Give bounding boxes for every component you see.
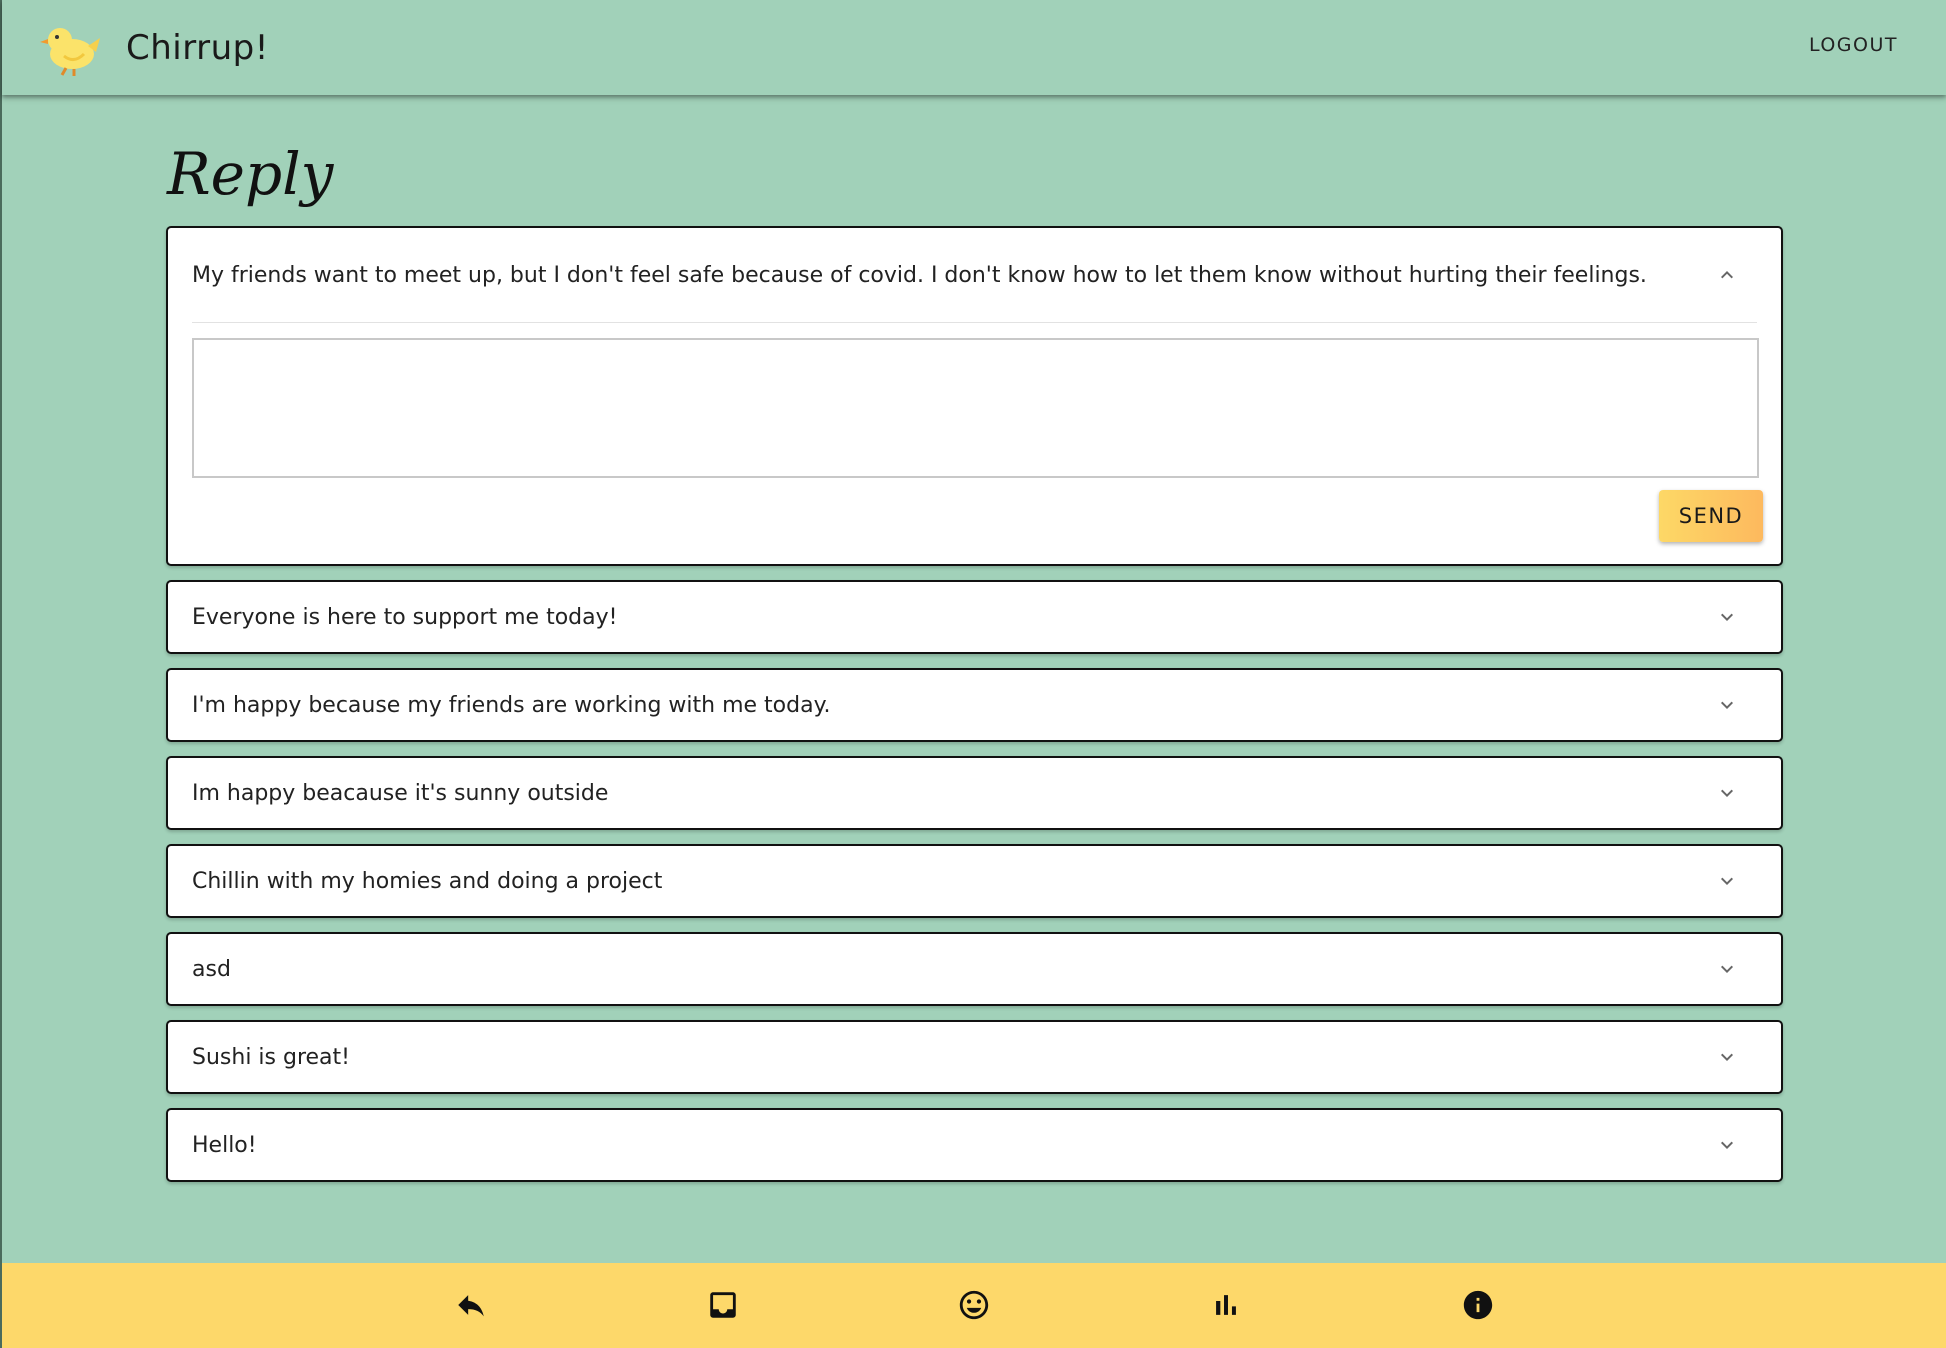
expanded-post-card: My friends want to meet up, but I don't … bbox=[166, 226, 1783, 566]
bottom-navigation bbox=[2, 1263, 1946, 1348]
chevron-down-icon[interactable] bbox=[1715, 869, 1739, 893]
post-text: asd bbox=[192, 956, 231, 982]
app-bar: Chirrup! LOGOUT bbox=[2, 0, 1946, 95]
post-card[interactable]: asd bbox=[166, 932, 1783, 1006]
post-text: Everyone is here to support me today! bbox=[192, 604, 618, 630]
logout-button[interactable]: LOGOUT bbox=[1809, 34, 1898, 56]
stats-icon[interactable] bbox=[1209, 1288, 1243, 1322]
post-card[interactable]: Hello! bbox=[166, 1108, 1783, 1182]
baby-chick-icon bbox=[40, 27, 100, 76]
post-text: Sushi is great! bbox=[192, 1044, 350, 1070]
chevron-down-icon[interactable] bbox=[1715, 1133, 1739, 1157]
post-text: Hello! bbox=[192, 1132, 257, 1158]
post-list: My friends want to meet up, but I don't … bbox=[166, 226, 1783, 1196]
post-summary[interactable]: Chillin with my homies and doing a proje… bbox=[168, 846, 1781, 916]
post-summary[interactable]: asd bbox=[168, 934, 1781, 1004]
post-summary[interactable]: Hello! bbox=[168, 1110, 1781, 1180]
post-text: I'm happy because my friends are working… bbox=[192, 692, 831, 718]
post-text: My friends want to meet up, but I don't … bbox=[192, 262, 1647, 288]
post-summary[interactable]: My friends want to meet up, but I don't … bbox=[192, 228, 1757, 323]
chevron-down-icon[interactable] bbox=[1715, 605, 1739, 629]
post-summary[interactable]: Im happy beacause it's sunny outside bbox=[168, 758, 1781, 828]
reply-input[interactable] bbox=[192, 338, 1759, 478]
post-card[interactable]: Sushi is great! bbox=[166, 1020, 1783, 1094]
app-title: Chirrup! bbox=[126, 27, 269, 68]
post-text: Im happy beacause it's sunny outside bbox=[192, 780, 609, 806]
reply-icon[interactable] bbox=[454, 1288, 488, 1322]
post-text: Chillin with my homies and doing a proje… bbox=[192, 868, 663, 894]
post-card[interactable]: Everyone is here to support me today! bbox=[166, 580, 1783, 654]
mood-icon[interactable] bbox=[957, 1288, 991, 1322]
chevron-down-icon[interactable] bbox=[1715, 957, 1739, 981]
chevron-down-icon[interactable] bbox=[1715, 1045, 1739, 1069]
info-icon[interactable] bbox=[1461, 1288, 1495, 1322]
send-button[interactable]: SEND bbox=[1659, 490, 1763, 542]
chevron-up-icon[interactable] bbox=[1715, 263, 1739, 287]
chevron-down-icon[interactable] bbox=[1715, 781, 1739, 805]
post-card[interactable]: Chillin with my homies and doing a proje… bbox=[166, 844, 1783, 918]
post-card[interactable]: I'm happy because my friends are working… bbox=[166, 668, 1783, 742]
page-title: Reply bbox=[167, 140, 334, 208]
chevron-down-icon[interactable] bbox=[1715, 693, 1739, 717]
post-summary[interactable]: Everyone is here to support me today! bbox=[168, 582, 1781, 652]
inbox-icon[interactable] bbox=[706, 1288, 740, 1322]
post-card[interactable]: Im happy beacause it's sunny outside bbox=[166, 756, 1783, 830]
post-summary[interactable]: Sushi is great! bbox=[168, 1022, 1781, 1092]
post-summary[interactable]: I'm happy because my friends are working… bbox=[168, 670, 1781, 740]
